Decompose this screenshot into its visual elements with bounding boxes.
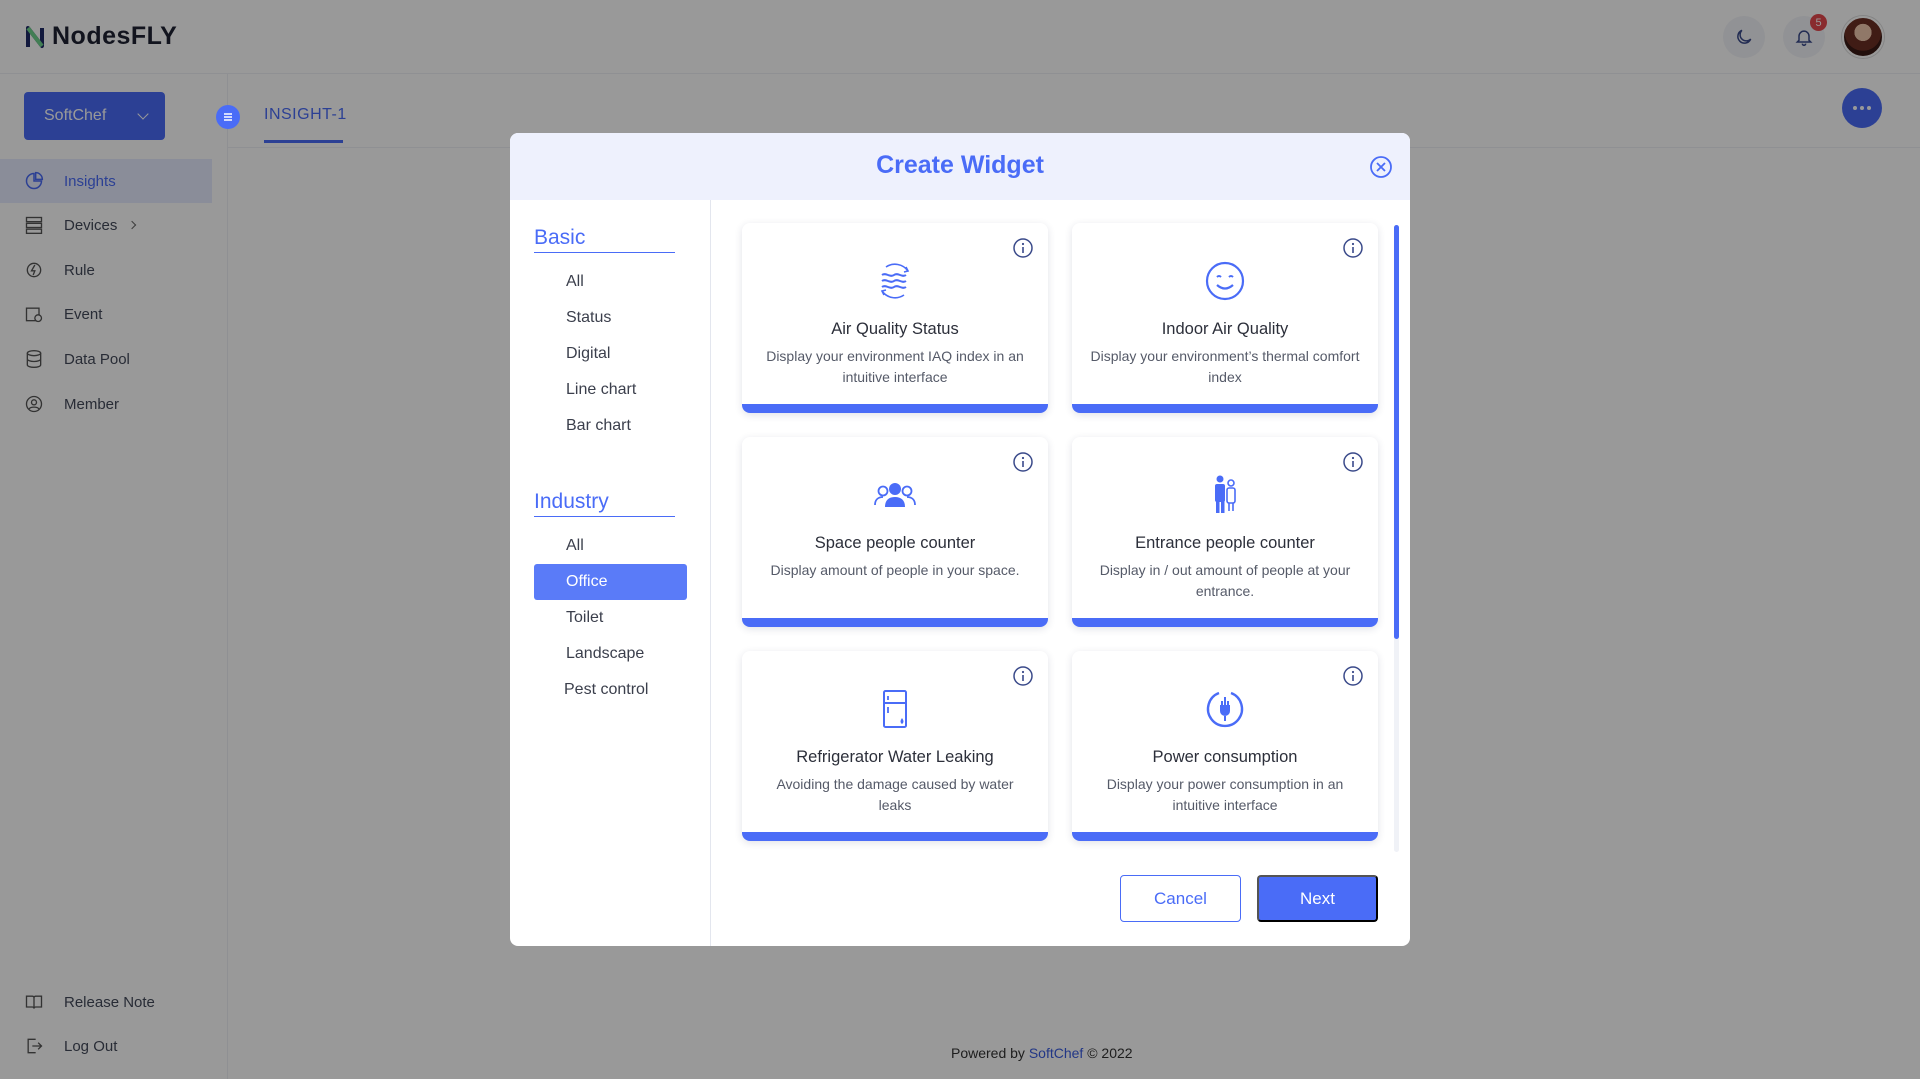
widget-card-entrance-people-counter[interactable]: Entrance people counter Display in / out… xyxy=(1072,437,1378,627)
power-plug-icon xyxy=(1206,691,1244,728)
entrance-people-icon xyxy=(1215,475,1236,513)
info-icon[interactable] xyxy=(1012,451,1034,473)
close-icon[interactable] xyxy=(1369,155,1393,179)
category-basic-bar-chart[interactable]: Bar chart xyxy=(534,408,687,444)
widget-card-title: Entrance people counter xyxy=(1135,534,1315,552)
category-basic-status[interactable]: Status xyxy=(534,300,687,336)
widget-card-description: Display your power consumption in an int… xyxy=(1106,776,1344,813)
info-icon[interactable] xyxy=(1342,451,1364,473)
create-widget-modal: Create Widget Basic All Status Digital L… xyxy=(510,133,1410,946)
category-basic-line-chart[interactable]: Line chart xyxy=(534,372,687,408)
menu-icon xyxy=(224,113,232,121)
category-industry-all[interactable]: All xyxy=(534,528,687,564)
widget-card-description: Display amount of people in your space. xyxy=(770,562,1020,578)
card-accent-bar xyxy=(742,618,1048,627)
category-basic-all[interactable]: All xyxy=(534,264,687,300)
widget-card-indoor-air-quality[interactable]: Indoor Air Quality Display your environm… xyxy=(1072,223,1378,413)
category-industry-landscape[interactable]: Landscape xyxy=(534,636,687,672)
category-industry-pest-control[interactable]: Pest control xyxy=(534,672,687,708)
widget-card-title: Power consumption xyxy=(1152,748,1298,766)
widget-card-grid: Air Quality Status Display your environm… xyxy=(742,223,1378,853)
info-icon[interactable] xyxy=(1012,665,1034,687)
info-icon[interactable] xyxy=(1012,237,1034,259)
modal-header: Create Widget xyxy=(510,133,1410,200)
refrigerator-icon xyxy=(883,690,907,728)
card-grid-scrollbar-thumb[interactable] xyxy=(1394,225,1399,639)
widget-card-description: Avoiding the damage caused by water leak… xyxy=(776,776,1014,813)
card-accent-bar xyxy=(1072,404,1378,413)
widget-card-air-quality-status[interactable]: Air Quality Status Display your environm… xyxy=(742,223,1048,413)
card-accent-bar xyxy=(1072,832,1378,841)
widget-card-title: Refrigerator Water Leaking xyxy=(796,748,994,766)
category-basic-digital[interactable]: Digital xyxy=(534,336,687,372)
cancel-button[interactable]: Cancel xyxy=(1120,875,1241,922)
smile-icon xyxy=(1205,261,1245,301)
widget-card-title: Indoor Air Quality xyxy=(1161,320,1289,338)
info-icon[interactable] xyxy=(1342,237,1364,259)
widget-card-refrigerator-water-leaking[interactable]: Refrigerator Water Leaking Avoiding the … xyxy=(742,651,1048,841)
widget-card-description: Display your environment’s thermal comfo… xyxy=(1090,348,1360,385)
widget-card-space-people-counter[interactable]: Space people counter Display amount of p… xyxy=(742,437,1048,627)
widget-card-description: Display in / out amount of people at you… xyxy=(1099,562,1351,599)
card-accent-bar xyxy=(742,404,1048,413)
widget-card-power-consumption[interactable]: Power consumption Display your power con… xyxy=(1072,651,1378,841)
widget-card-title: Air Quality Status xyxy=(831,320,959,338)
card-accent-bar xyxy=(742,832,1048,841)
industry-group-title: Industry xyxy=(534,490,675,517)
widget-card-description: Display your environment IAQ index in an… xyxy=(766,348,1024,385)
basic-group-title: Basic xyxy=(534,226,675,253)
air-quality-icon xyxy=(880,263,910,299)
modal-title: Create Widget xyxy=(876,151,1044,179)
info-icon[interactable] xyxy=(1342,665,1364,687)
category-industry-toilet[interactable]: Toilet xyxy=(534,600,687,636)
next-button[interactable]: Next xyxy=(1257,875,1378,922)
widget-card-title: Space people counter xyxy=(814,534,976,552)
people-group-icon xyxy=(874,483,916,507)
sidebar-collapse-button[interactable] xyxy=(216,105,240,129)
category-filter: Basic All Status Digital Line chart Bar … xyxy=(510,200,711,946)
category-industry-office[interactable]: Office xyxy=(534,564,687,600)
card-accent-bar xyxy=(1072,618,1378,627)
